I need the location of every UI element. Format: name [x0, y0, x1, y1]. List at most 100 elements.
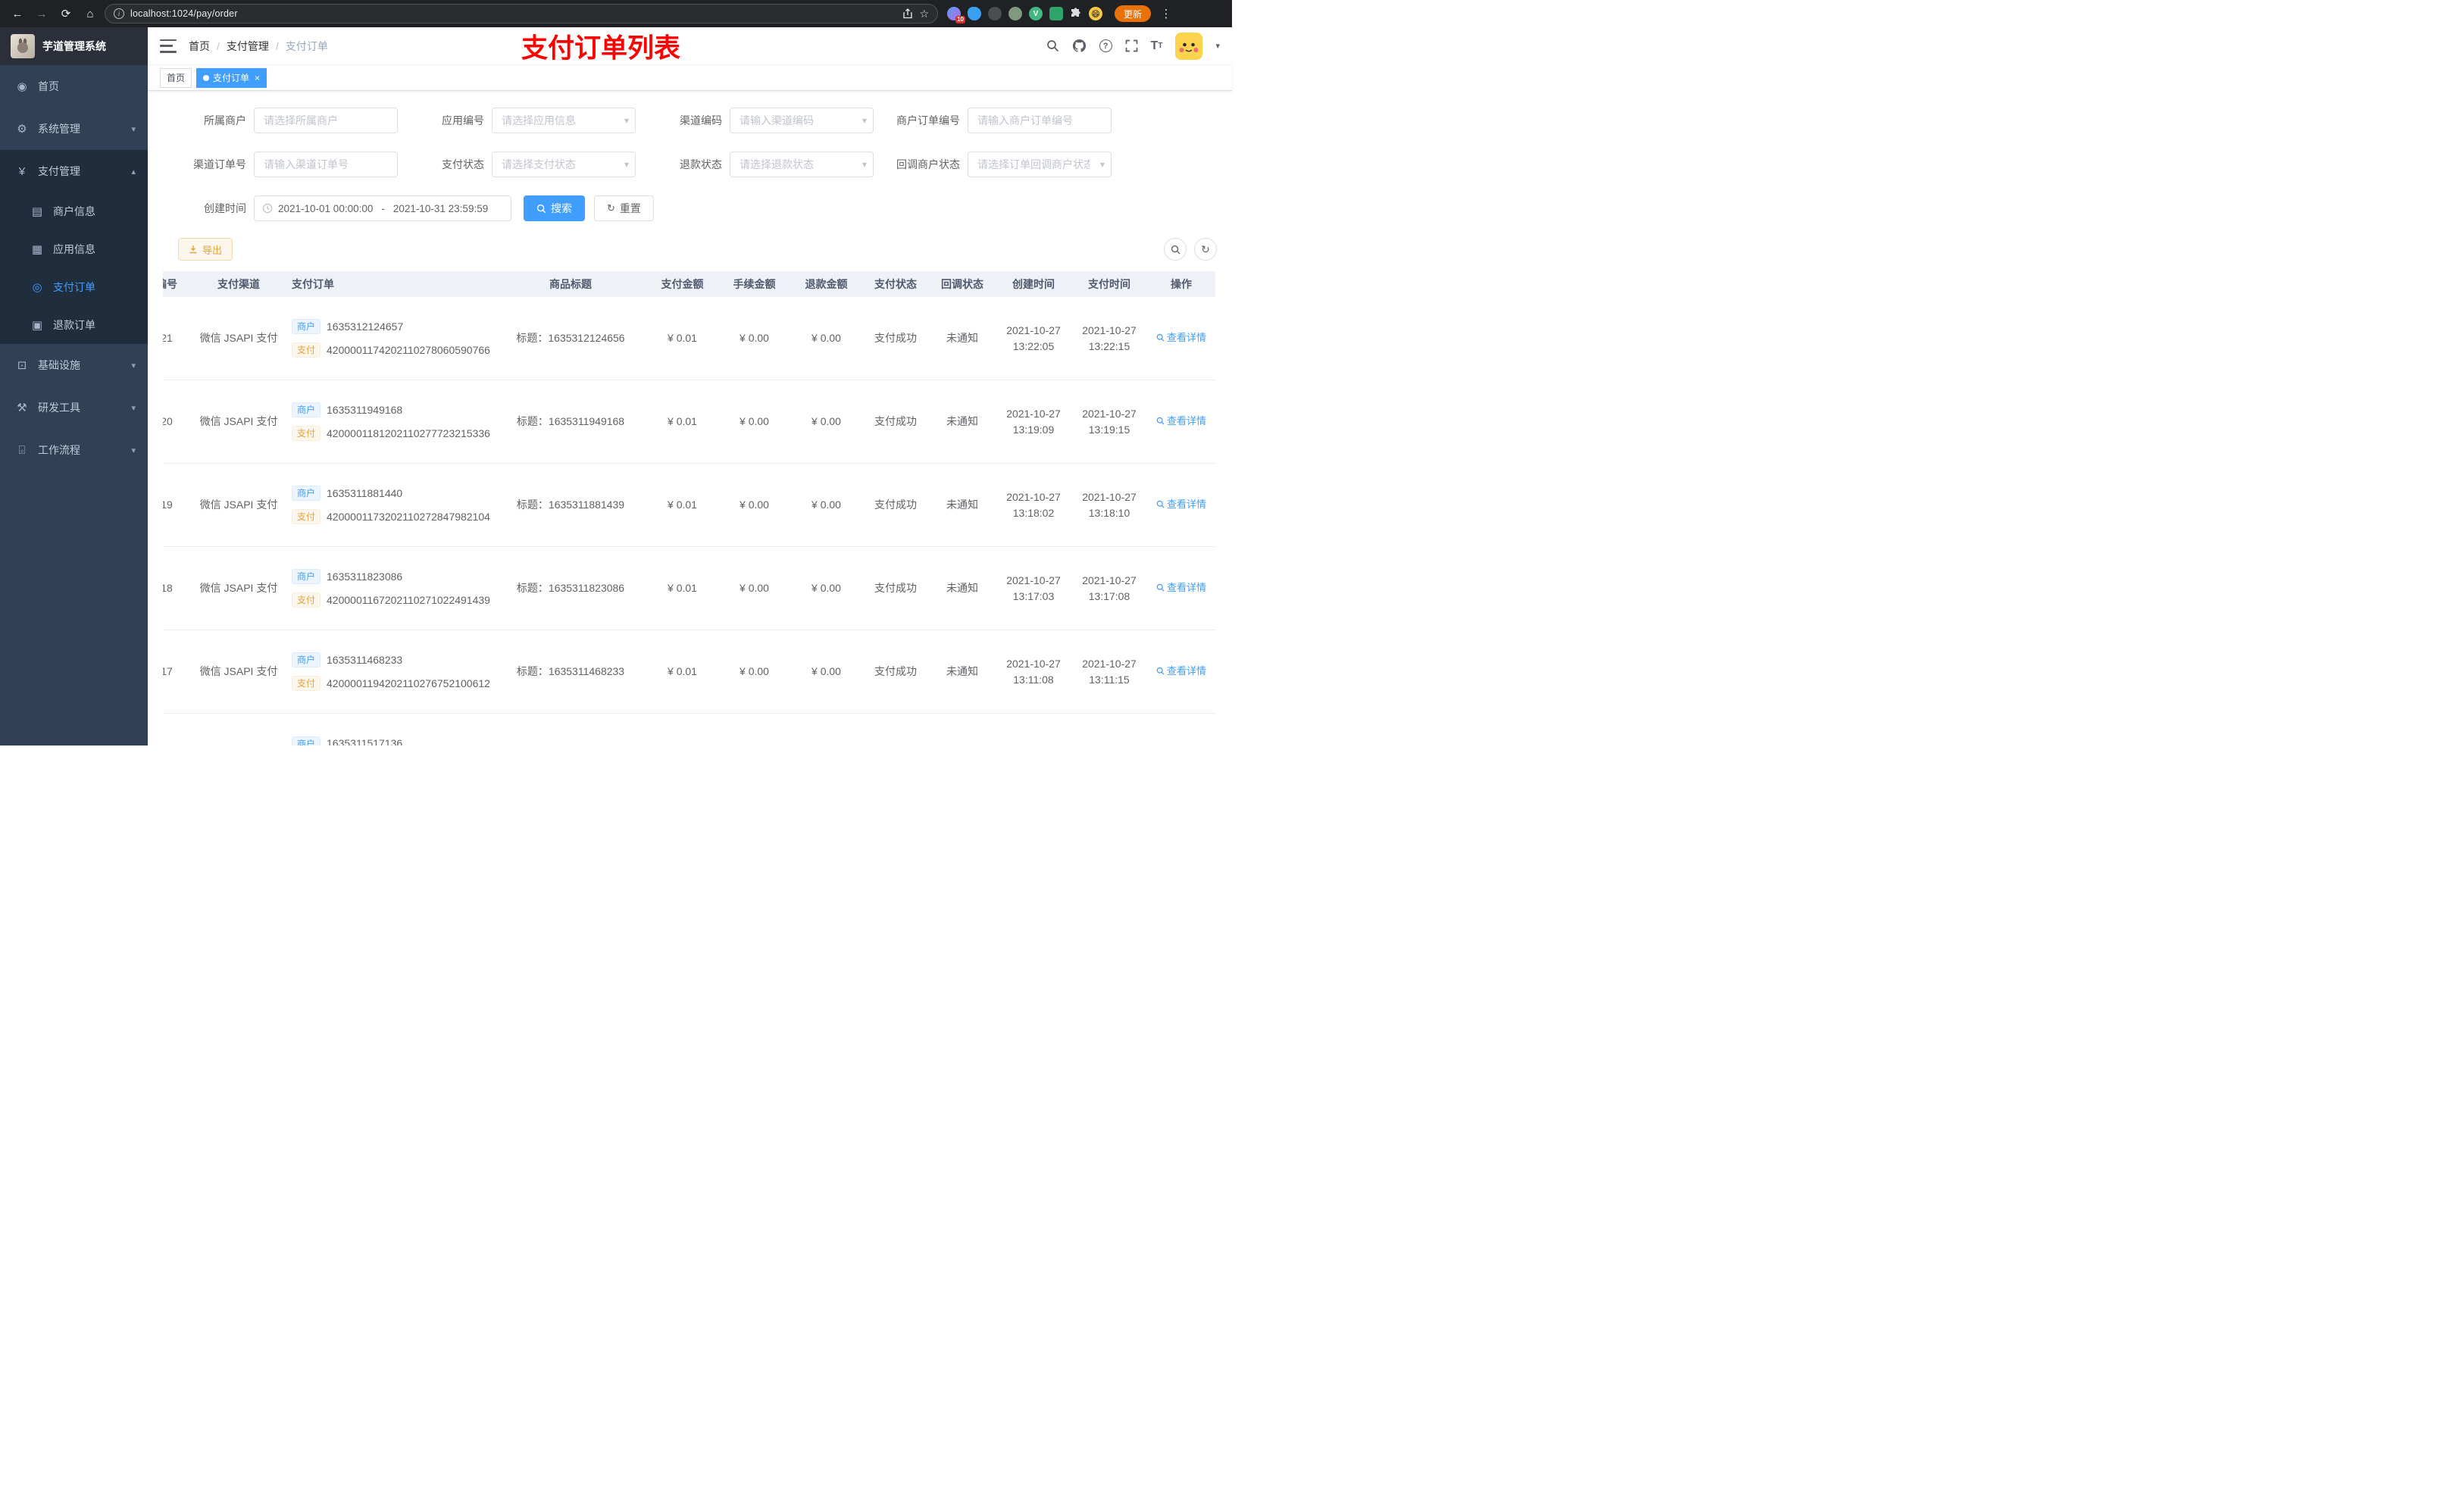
extensions-puzzle-icon[interactable] [1070, 8, 1082, 20]
created-time: 13:19:09 [1012, 423, 1055, 436]
order-id: 18 [163, 582, 173, 594]
sidebar-item-pay-order[interactable]: ◎ 支付订单 [0, 268, 148, 306]
profile-avatar-icon[interactable]: 😄 [1089, 7, 1102, 20]
fullscreen-icon[interactable] [1125, 39, 1138, 52]
sidebar-item-system[interactable]: ⚙ 系统管理 ▾ [0, 108, 148, 150]
gear-icon: ⚙ [17, 123, 27, 136]
pay-status-select[interactable] [492, 152, 636, 177]
tab-home[interactable]: 首页 [160, 67, 192, 88]
tools-icon: ⚒ [17, 402, 27, 414]
channel-order-input[interactable] [254, 152, 398, 177]
search-icon[interactable] [1046, 39, 1059, 52]
merchant-order-input[interactable] [968, 108, 1112, 133]
date-separator: - [381, 202, 385, 214]
sidebar-logo[interactable]: 芋道管理系统 [0, 27, 148, 65]
back-button[interactable]: ← [8, 4, 27, 23]
notify-status-select[interactable] [968, 152, 1112, 177]
avatar-caret-icon[interactable]: ▾ [1215, 41, 1220, 51]
page-title-annotation: 支付订单列表 [521, 33, 681, 63]
merchant-tag: 商户 [292, 736, 321, 746]
pay-channel: 微信 JSAPI 支付 [199, 499, 278, 511]
filter-label: 所属商户 [204, 114, 246, 127]
view-detail-link[interactable]: 查看详情 [1156, 414, 1206, 429]
order-id: 21 [163, 332, 173, 344]
merchant-tag: 商户 [292, 486, 321, 501]
forward-button[interactable]: → [32, 4, 52, 23]
sidebar-item-refund-order[interactable]: ▣ 退款订单 [0, 306, 148, 344]
pay-status: 支付成功 [874, 415, 917, 427]
merchant-select[interactable] [254, 108, 398, 133]
table-row[interactable]: 商户1635311517136 支付 [163, 714, 1215, 746]
sidebar-item-dev-tools[interactable]: ⚒ 研发工具 ▾ [0, 386, 148, 429]
extension-icon-6[interactable] [1049, 7, 1063, 20]
extension-icon-1[interactable]: 10 [947, 7, 965, 23]
filter-row-3: 创建时间 2021-10-01 00:00:00 - 2021-10-31 23… [163, 195, 1217, 221]
github-icon[interactable] [1072, 39, 1087, 53]
view-detail-link[interactable]: 查看详情 [1156, 580, 1206, 595]
table-toolbar: 导出 ↻ [163, 238, 1217, 261]
close-icon[interactable]: × [255, 73, 260, 83]
browser-menu-icon[interactable]: ⋮ [1159, 7, 1174, 20]
sidebar-item-merchant-info[interactable]: ▤ 商户信息 [0, 192, 148, 230]
pay-order-cell: 商户 1635311881440 支付 4200001173202110272847… [284, 486, 495, 525]
bookmark-star-icon[interactable]: ☆ [919, 8, 929, 20]
home-button[interactable]: ⌂ [80, 4, 100, 23]
sidebar-item-workflow[interactable]: ⌺ 工作流程 ▾ [0, 429, 148, 471]
breadcrumb-section[interactable]: 支付管理 [227, 39, 269, 54]
view-detail-link[interactable]: 查看详情 [1156, 330, 1206, 345]
filter-label: 回调商户状态 [896, 158, 960, 170]
table-row[interactable]: 21 微信 JSAPI 支付 商户 1635312124657 支付 4200001… [163, 297, 1215, 380]
url-text[interactable]: localhost:1024/pay/order [130, 8, 896, 19]
reload-button[interactable]: ⟳ [56, 4, 76, 23]
view-detail-link[interactable]: 查看详情 [1156, 497, 1206, 512]
table-row[interactable]: 17 微信 JSAPI 支付 商户 1635311468233 支付 4200001… [163, 630, 1215, 714]
vue-devtools-icon[interactable]: V [1029, 7, 1043, 20]
col-created: 创建时间 [1012, 277, 1055, 290]
sidebar-item-home[interactable]: ◉ 首页 [0, 65, 148, 108]
search-button[interactable]: 搜索 [524, 195, 585, 221]
table-row[interactable]: 19 微信 JSAPI 支付 商户 1635311881440 支付 4200001… [163, 464, 1215, 547]
address-bar[interactable]: i localhost:1024/pay/order ☆ [105, 4, 938, 23]
table-row[interactable]: 18 微信 JSAPI 支付 商户 1635311823086 支付 4200001… [163, 547, 1215, 630]
app-select[interactable] [492, 108, 636, 133]
reset-button[interactable]: ↻ 重置 [594, 195, 654, 221]
view-detail-link[interactable]: 查看详情 [1156, 664, 1206, 679]
table-row[interactable]: 20 微信 JSAPI 支付 商户 1635311949168 支付 4200001… [163, 380, 1215, 464]
fee-amount: ¥ 0.00 [740, 415, 769, 427]
created-time: 13:18:02 [1012, 506, 1055, 519]
font-size-icon[interactable]: TT [1151, 39, 1163, 53]
extension-icon-3[interactable] [988, 7, 1002, 20]
created-date: 2021-10-27 [1006, 574, 1061, 586]
sidebar-item-infrastructure[interactable]: ⊡ 基础设施 ▾ [0, 344, 148, 386]
pay-order-cell: 商户 1635311949168 支付 4200001181202110277723… [284, 402, 495, 442]
tab-pay-order[interactable]: 支付订单 × [196, 67, 267, 88]
sidebar-toggle-icon[interactable] [160, 39, 177, 53]
merchant-order-no: 1635311468233 [327, 653, 403, 666]
fee-amount: ¥ 0.00 [740, 582, 769, 594]
tags-view-bar: 首页 支付订单 × [148, 65, 1232, 91]
search-icon [1156, 583, 1165, 592]
sidebar-item-payment[interactable]: ¥ 支付管理 ▴ [0, 150, 148, 192]
help-icon[interactable]: ? [1099, 39, 1112, 52]
sidebar-item-app-info[interactable]: ▦ 应用信息 [0, 230, 148, 268]
chrome-update-button[interactable]: 更新 [1115, 5, 1152, 22]
merchant-order-no: 1635311823086 [327, 570, 403, 583]
extension-icon-4[interactable] [1008, 7, 1022, 20]
date-range-picker[interactable]: 2021-10-01 00:00:00 - 2021-10-31 23:59:5… [254, 195, 511, 221]
extension-badge: 10 [955, 16, 965, 23]
filter-create-time: 创建时间 2021-10-01 00:00:00 - 2021-10-31 23… [178, 195, 511, 221]
channel-code-input[interactable] [730, 108, 874, 133]
breadcrumb: 首页 / 支付管理 / 支付订单 [189, 39, 328, 54]
share-icon[interactable] [902, 8, 913, 19]
breadcrumb-home[interactable]: 首页 [189, 39, 210, 54]
export-button[interactable]: 导出 [178, 238, 233, 261]
table-refresh-icon[interactable]: ↻ [1194, 238, 1217, 261]
site-info-icon[interactable]: i [114, 8, 124, 19]
extension-icon-2[interactable] [968, 7, 981, 20]
created-time: 13:11:08 [1013, 673, 1054, 686]
user-avatar[interactable] [1175, 32, 1203, 60]
col-refund: 退款金额 [805, 277, 848, 290]
table-search-toggle-icon[interactable] [1164, 238, 1187, 261]
sidebar-item-label: 支付订单 [53, 281, 95, 293]
refund-status-select[interactable] [730, 152, 874, 177]
